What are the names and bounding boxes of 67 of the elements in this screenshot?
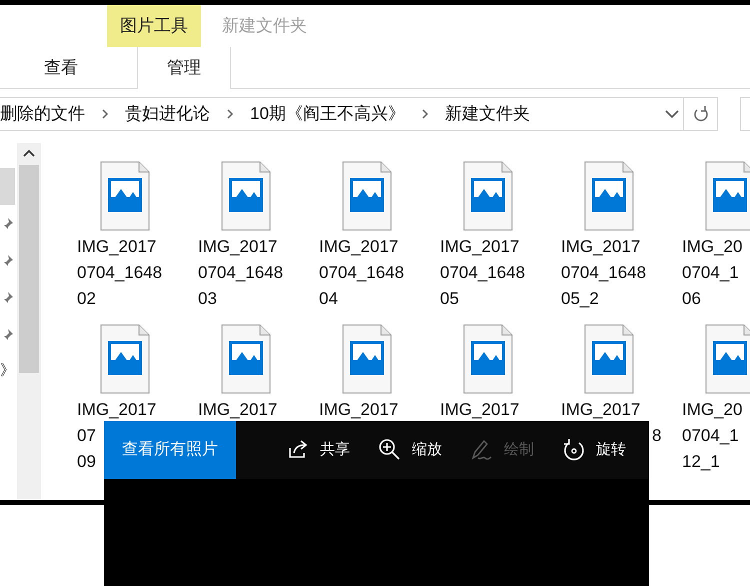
file-name[interactable]: 0704_1 xyxy=(682,426,739,446)
file-name[interactable]: 03 xyxy=(198,289,217,309)
file-name[interactable]: IMG_20 xyxy=(682,400,742,420)
image-file-icon[interactable] xyxy=(100,324,150,394)
file-name[interactable]: 0704_1648 xyxy=(319,263,404,283)
image-file-icon[interactable] xyxy=(584,324,634,394)
chevron-down-icon[interactable] xyxy=(665,109,680,119)
pen-icon xyxy=(470,438,494,462)
file-name[interactable]: 12_1 xyxy=(682,452,720,472)
image-file-icon[interactable] xyxy=(220,324,270,394)
file-name[interactable]: 09 xyxy=(77,452,96,472)
address-bar[interactable]: 删除的文件 贵妇进化论 10期《阎王不高兴》 新建文件夹 xyxy=(0,97,684,131)
refresh-button[interactable] xyxy=(684,97,718,131)
rotate-icon xyxy=(562,438,586,462)
ribbon-tab[interactable]: 管理 xyxy=(137,47,231,89)
file-name[interactable]: IMG_2017 xyxy=(77,237,156,257)
image-file-icon[interactable] xyxy=(584,161,634,231)
chevron-right-icon[interactable] xyxy=(101,108,109,120)
zoom-in-icon xyxy=(378,438,402,462)
scroll-thumb[interactable] xyxy=(19,165,39,373)
image-file-icon[interactable] xyxy=(220,161,270,231)
file-name[interactable]: 0704_1648 xyxy=(440,263,526,283)
scrollbar[interactable] xyxy=(17,143,41,500)
image-file-icon[interactable] xyxy=(100,161,150,231)
toolbar-button[interactable]: 缩放 xyxy=(378,438,442,462)
file-name[interactable]: 07 xyxy=(77,426,96,446)
file-name[interactable]: 8 xyxy=(652,426,662,446)
file-name[interactable]: 0704_1648 xyxy=(561,263,646,283)
ribbon-tab[interactable]: 查看 xyxy=(30,47,92,89)
image-file-icon[interactable] xyxy=(342,324,392,394)
file-name[interactable]: IMG_2017 xyxy=(319,400,398,420)
file-name[interactable]: IMG_2017 xyxy=(319,237,398,257)
nav-item[interactable]: 》 xyxy=(0,353,15,390)
file-name[interactable]: IMG_2017 xyxy=(198,237,278,257)
file-name[interactable]: 05_2 xyxy=(561,289,599,309)
file-name[interactable]: IMG_2017 xyxy=(198,400,278,420)
file-name[interactable]: 0704_1 xyxy=(682,263,739,283)
search-field[interactable] xyxy=(740,97,750,131)
context-tab-group: 图片工具 xyxy=(107,5,201,47)
toolbar-button[interactable]: 旋转 xyxy=(562,438,626,462)
file-name[interactable]: 04 xyxy=(319,289,338,309)
image-file-icon[interactable] xyxy=(462,324,512,394)
toolbar-button[interactable]: 共享 xyxy=(286,438,350,462)
file-name[interactable]: IMG_2017 xyxy=(440,237,520,257)
file-name[interactable]: 06 xyxy=(682,289,701,309)
file-name[interactable]: 0704_1648 xyxy=(77,263,162,283)
file-name[interactable]: IMG_2017 xyxy=(77,400,156,420)
file-name[interactable]: IMG_2017 xyxy=(561,237,640,257)
chevron-right-icon[interactable] xyxy=(420,108,429,120)
image-file-icon[interactable] xyxy=(342,161,392,231)
image-file-icon[interactable] xyxy=(462,161,512,231)
file-name[interactable]: IMG_2017 xyxy=(561,400,640,420)
breadcrumb[interactable]: 10期《阎王不高兴》 xyxy=(250,101,405,127)
image-file-icon[interactable] xyxy=(704,161,750,231)
breadcrumb[interactable]: 贵妇进化论 xyxy=(125,101,210,127)
breadcrumb[interactable]: 新建文件夹 xyxy=(444,101,530,127)
file-name[interactable]: 05 xyxy=(440,289,459,309)
file-name[interactable]: IMG_20 xyxy=(682,237,742,257)
chevron-right-icon[interactable] xyxy=(226,108,234,120)
file-name[interactable]: 0704_1648 xyxy=(198,263,284,283)
breadcrumb[interactable]: 删除的文件 xyxy=(0,101,85,127)
view-all-photos-button[interactable]: 查看所有照片 xyxy=(104,421,236,479)
window-title: 新建文件夹 xyxy=(222,15,307,37)
image-file-icon[interactable] xyxy=(704,324,750,394)
file-name[interactable]: IMG_2017 xyxy=(440,400,520,420)
file-name[interactable]: 02 xyxy=(77,289,96,309)
refresh-icon xyxy=(692,105,709,123)
